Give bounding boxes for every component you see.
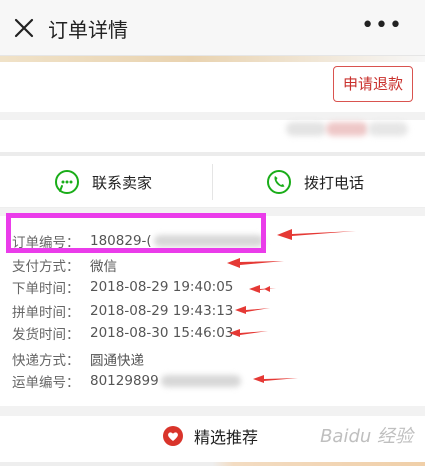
detail-value: 微信	[90, 259, 117, 275]
recommend-header: 精选推荐	[162, 424, 258, 448]
section-gap	[0, 406, 425, 416]
contact-seller-label: 联系卖家	[92, 173, 153, 192]
detail-row-order-time: 下单时间： 2018-08-29 19:40:05	[12, 276, 233, 298]
header-bar: 订单详情 •••	[0, 0, 425, 56]
detail-row-express: 快递方式： 圆通快递	[12, 348, 144, 370]
detail-value: 2018-08-29 19:43:13	[90, 303, 234, 319]
section-gap	[0, 112, 425, 120]
page-title: 订单详情	[48, 18, 128, 42]
phone-icon	[267, 170, 291, 194]
blurred-text	[160, 375, 241, 387]
more-menu-icon[interactable]: •••	[361, 14, 403, 38]
heart-icon	[163, 426, 183, 446]
close-icon[interactable]	[12, 16, 36, 40]
detail-label: 快递方式：	[12, 353, 80, 369]
detail-label: 运单编号：	[12, 375, 80, 391]
detail-value: 2018-08-30 15:46:03	[90, 325, 234, 341]
detail-value: 2018-08-29 19:40:05	[90, 279, 234, 295]
detail-row-group-time: 拼单时间： 2018-08-29 19:43:13	[12, 300, 233, 322]
contact-seller-button[interactable]: 联系卖家	[54, 156, 152, 208]
blurred-text	[286, 122, 326, 136]
arrow-icon	[249, 285, 276, 293]
arrow-icon	[229, 329, 268, 337]
detail-row-payment: 支付方式： 微信	[12, 254, 117, 276]
detail-row-tracking: 运单编号： 80129899	[12, 370, 241, 392]
recommend-label: 精选推荐	[194, 428, 259, 447]
chat-icon	[55, 170, 79, 194]
arrow-icon	[235, 306, 270, 314]
highlight-box	[6, 213, 266, 253]
detail-label: 拼单时间：	[12, 305, 80, 321]
refund-section: 申请退款	[0, 62, 425, 112]
arrow-icon	[277, 229, 356, 240]
detail-label: 下单时间：	[12, 281, 80, 297]
contact-row: 联系卖家 拨打电话	[0, 156, 425, 208]
call-phone-button[interactable]: 拨打电话	[266, 156, 364, 208]
detail-value: 圆通快递	[90, 353, 144, 369]
watermark: Baidu 经验	[320, 426, 413, 447]
call-phone-label: 拨打电话	[304, 173, 365, 192]
divider	[212, 164, 213, 200]
product-strip	[0, 462, 425, 466]
detail-value: 80129899	[90, 373, 159, 389]
refund-button[interactable]: 申请退款	[333, 66, 413, 102]
blurred-text	[368, 122, 408, 136]
detail-row-ship-time: 发货时间： 2018-08-30 15:46:03	[12, 322, 233, 344]
blurred-text	[326, 122, 368, 136]
detail-label: 支付方式：	[12, 259, 80, 275]
arrow-icon	[227, 258, 284, 268]
detail-label: 发货时间：	[12, 327, 80, 343]
arrow-icon	[253, 375, 298, 383]
